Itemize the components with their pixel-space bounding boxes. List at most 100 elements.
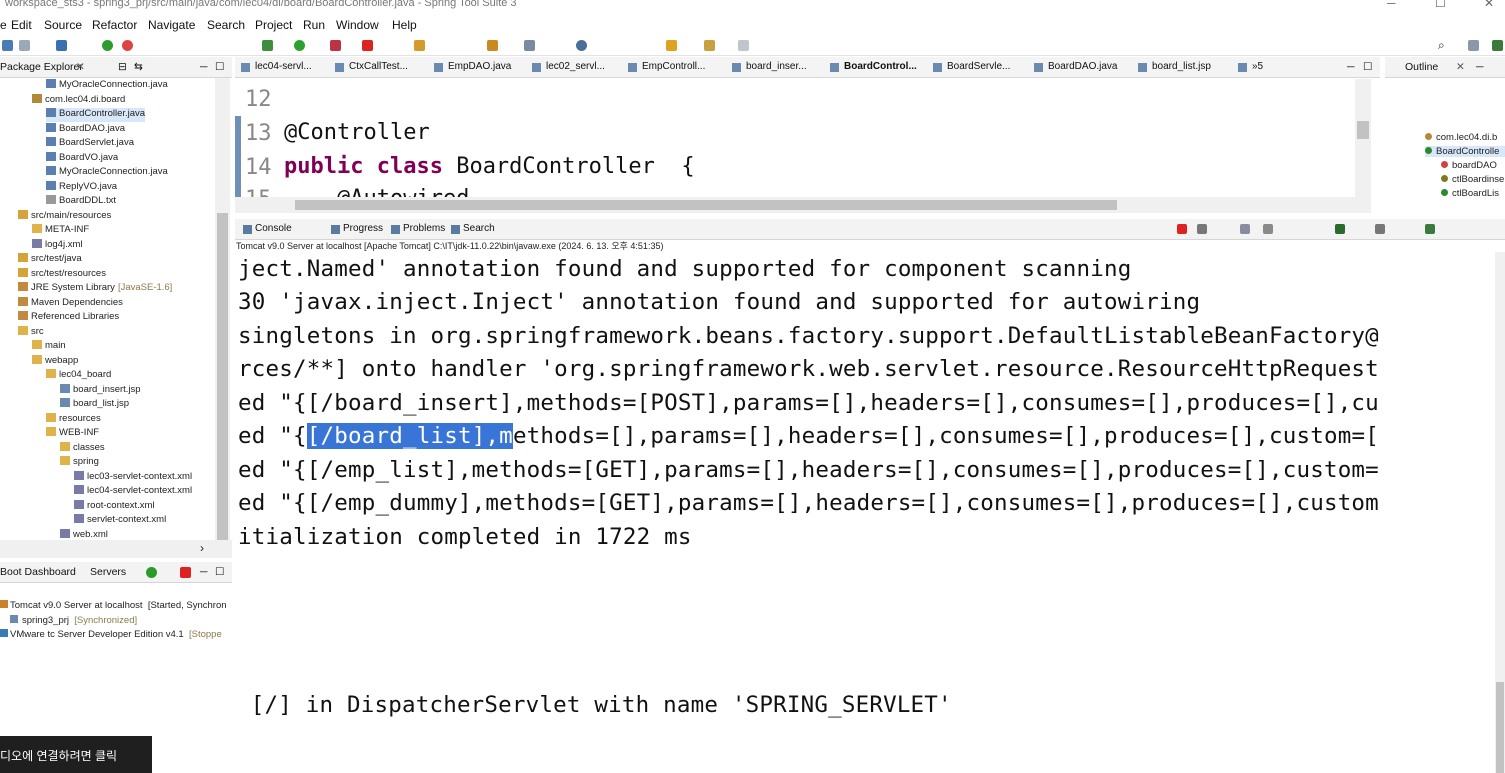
editor-tab[interactable]: EmpDAO.java	[448, 61, 511, 72]
tree-item[interactable]: JRE System Library [JavaSE-1.6]	[18, 282, 172, 296]
server-item[interactable]: Tomcat v9.0 Server at localhost [Started…	[0, 600, 227, 611]
editor-tab[interactable]: BoardServle...	[947, 61, 1010, 72]
terminate-icon[interactable]	[1177, 224, 1187, 234]
clear-console-icon[interactable]	[1240, 224, 1250, 234]
package-explorer-hscrollbar[interactable]: ›	[0, 540, 232, 558]
menu-help[interactable]: Help	[392, 18, 417, 32]
tab-console[interactable]: Console	[255, 223, 292, 234]
tree-item[interactable]: META-INF	[32, 224, 89, 238]
outline-item[interactable]: boardDAO	[1441, 160, 1497, 171]
tab-servers[interactable]: Servers	[90, 566, 126, 578]
collapse-all-icon[interactable]: ⊟	[118, 61, 127, 73]
remove-launch-icon[interactable]	[1197, 224, 1207, 234]
tree-item[interactable]: root-context.xml	[74, 499, 155, 514]
menu-refactor[interactable]: Refactor	[92, 18, 137, 32]
notification-toast[interactable]: 디오에 연결하려면 클릭	[0, 736, 152, 773]
menu-project[interactable]: Project	[255, 18, 292, 32]
refresh-icon[interactable]	[122, 40, 133, 51]
tree-item[interactable]: src/test/resources	[18, 267, 106, 282]
outline-item[interactable]: com.lec04.di.b	[1425, 132, 1497, 143]
stop-icon[interactable]	[362, 40, 373, 51]
tree-item[interactable]: Referenced Libraries	[18, 311, 119, 325]
editor-tab[interactable]: lec02_servl...	[546, 61, 605, 72]
tree-item[interactable]: MyOracleConnection.java	[46, 166, 168, 180]
package-explorer-scrollbar[interactable]	[215, 78, 230, 543]
tree-item[interactable]: lec04_board	[46, 369, 111, 383]
editor-hscrollbar[interactable]	[235, 197, 1371, 213]
tree-item[interactable]: BoardDAO.java	[46, 122, 125, 137]
pin-console-icon[interactable]	[1335, 224, 1345, 234]
open-folder-icon[interactable]	[487, 40, 498, 51]
editor-tab[interactable]: »5	[1252, 61, 1263, 72]
tree-item[interactable]: web.xml	[60, 528, 108, 541]
menu-file-partial[interactable]: e	[0, 18, 7, 32]
start-server-icon[interactable]	[146, 567, 157, 578]
console-scrollbar[interactable]	[1495, 252, 1505, 773]
tree-item[interactable]: servlet-context.xml	[74, 514, 166, 528]
stop-server-icon[interactable]	[180, 567, 191, 578]
tab-package-explorer[interactable]: Package Explorer	[0, 61, 83, 73]
pen-icon[interactable]	[524, 40, 535, 51]
editor-tab[interactable]: EmpControll...	[642, 61, 705, 72]
tree-item[interactable]: src/main/resources	[18, 209, 111, 224]
minimize-view-icon[interactable]: ─	[1476, 61, 1483, 73]
link-editor-icon[interactable]: ⇆	[134, 61, 143, 73]
tree-item[interactable]: webapp	[32, 354, 78, 369]
editor-tab[interactable]: lec04-servl...	[255, 61, 312, 72]
tree-item[interactable]: src/test/java	[18, 253, 82, 267]
run-app-icon[interactable]	[294, 40, 305, 51]
tree-item[interactable]: classes	[60, 441, 105, 456]
console-icon[interactable]	[56, 40, 67, 51]
editor-tab[interactable]: BoardControl...	[844, 61, 917, 72]
tree-item[interactable]: BoardController.java	[46, 108, 146, 122]
back-icon[interactable]	[704, 40, 715, 51]
minimize-view-icon[interactable]: ─	[200, 61, 207, 73]
server-module-item[interactable]: spring3_prj [Synchronized]	[10, 615, 137, 626]
menu-edit[interactable]: Edit	[11, 18, 32, 32]
tree-item[interactable]: WEB-INF	[46, 427, 99, 441]
tree-item[interactable]: com.lec04.di.board	[32, 93, 125, 108]
tree-item[interactable]: resources	[46, 412, 101, 427]
minimize-view-icon[interactable]: ─	[1347, 61, 1354, 73]
display-console-icon[interactable]	[1375, 224, 1385, 234]
tree-item[interactable]: BoardVO.java	[46, 151, 118, 166]
tree-item[interactable]: main	[32, 340, 66, 354]
menu-run[interactable]: Run	[303, 18, 325, 32]
tab-outline[interactable]: Outline	[1405, 61, 1438, 73]
tree-item[interactable]: spring	[60, 456, 99, 470]
scroll-lock-icon[interactable]	[1263, 224, 1273, 234]
minimize-view-icon[interactable]: ─	[200, 566, 207, 578]
outline-item[interactable]: ctlBoardLis	[1441, 188, 1499, 199]
external-tools-icon[interactable]	[330, 40, 341, 51]
tree-item[interactable]: src	[18, 325, 44, 340]
save-icon[interactable]	[19, 40, 30, 51]
tree-item[interactable]: board_insert.jsp	[60, 383, 141, 398]
menu-source[interactable]: Source	[44, 18, 82, 32]
outline-item[interactable]: ctlBoardinse	[1441, 174, 1504, 185]
menu-search[interactable]: Search	[207, 18, 245, 32]
tree-item[interactable]: BoardDDL.txt	[46, 195, 116, 209]
tree-item[interactable]: MyOracleConnection.java	[46, 79, 168, 93]
perspective-icon[interactable]	[1468, 40, 1479, 51]
tree-item[interactable]: Maven Dependencies	[18, 296, 123, 311]
console-output[interactable]: ject.Named' annotation found and support…	[235, 252, 1495, 773]
minimize-icon[interactable]: ─	[1387, 0, 1396, 10]
maximize-icon[interactable]: ☐	[1435, 0, 1446, 10]
maximize-view-icon[interactable]: ☐	[215, 61, 224, 73]
close-icon[interactable]: ✕	[1484, 0, 1494, 10]
tree-item[interactable]: log4j.xml	[32, 238, 83, 253]
maximize-view-icon[interactable]: ☐	[215, 566, 224, 578]
previous-annotation-icon[interactable]	[666, 40, 677, 51]
server-item[interactable]: VMware tc Server Developer Edition v4.1 …	[0, 629, 222, 640]
java-perspective-icon[interactable]	[1492, 40, 1503, 51]
tab-progress[interactable]: Progress	[343, 223, 383, 234]
open-type-icon[interactable]	[414, 40, 425, 51]
editor-vscrollbar[interactable]	[1355, 79, 1371, 197]
editor-tab[interactable]: board_list.jsp	[1152, 61, 1211, 72]
tree-item[interactable]: BoardServlet.java	[46, 137, 134, 151]
maximize-view-icon[interactable]: ☐	[1363, 61, 1372, 73]
new-icon[interactable]	[2, 40, 13, 51]
globe-icon[interactable]	[576, 40, 587, 51]
tree-item[interactable]: lec03-servlet-context.xml	[74, 470, 192, 485]
editor-tab[interactable]: BoardDAO.java	[1048, 61, 1117, 72]
